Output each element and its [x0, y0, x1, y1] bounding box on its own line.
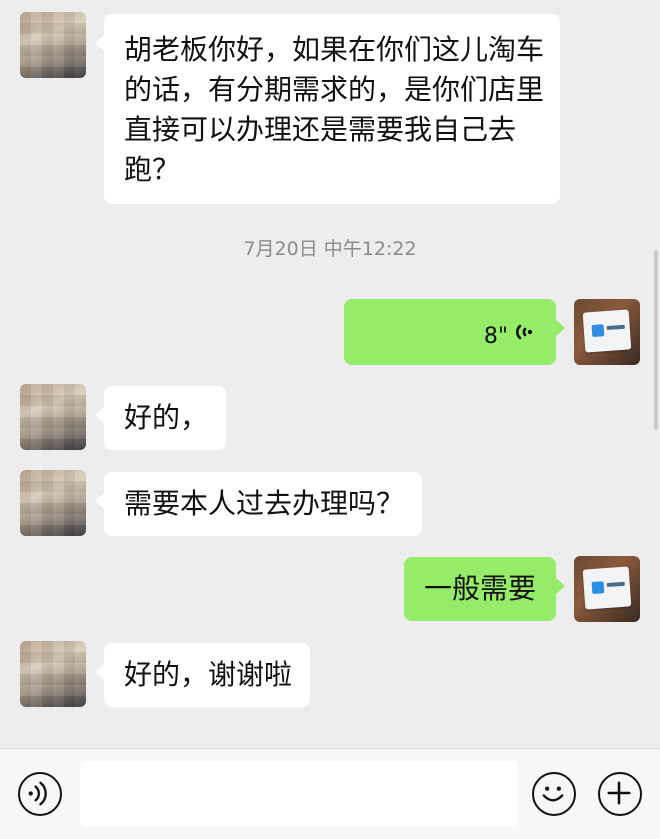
contact-avatar[interactable] — [20, 384, 86, 450]
message-text: 一般需要 — [423, 572, 536, 605]
logo-board — [582, 566, 632, 610]
contact-avatar[interactable] — [20, 641, 86, 707]
message-text: 胡老板你好，如果在你们这儿淘车的话，有分期需求的，是你们店里直接可以办理还是需要… — [124, 33, 545, 186]
outgoing-voice-message[interactable]: 8" — [344, 299, 565, 365]
incoming-message-bubble[interactable]: 需要本人过去办理吗？ — [94, 472, 423, 536]
voice-wave-icon — [516, 324, 533, 340]
scrollbar[interactable] — [654, 250, 658, 430]
message-timestamp: 7月20日 中午12:22 — [243, 238, 417, 260]
chat-area[interactable]: 胡老板你好，如果在你们这儿淘车的话，有分期需求的，是你们店里直接可以办理还是需要… — [0, 0, 660, 748]
emoji-icon — [542, 786, 564, 802]
voice-mode-icon — [28, 781, 47, 806]
incoming-message-bubble[interactable]: 胡老板你好，如果在你们这儿淘车的话，有分期需求的，是你们店里直接可以办理还是需要… — [95, 14, 560, 204]
emoji-button[interactable] — [532, 772, 576, 816]
voice-duration: 8" — [483, 324, 508, 349]
outgoing-message-bubble[interactable]: 一般需要 — [403, 557, 566, 621]
message-text: 好的，谢谢啦 — [124, 658, 293, 691]
message-input[interactable] — [80, 761, 518, 827]
message-input-bar — [0, 748, 660, 839]
plus-icon — [607, 781, 631, 805]
message-text: 需要本人过去办理吗？ — [124, 487, 405, 520]
incoming-message-bubble[interactable]: 好的， — [94, 386, 227, 450]
contact-avatar[interactable] — [20, 12, 86, 78]
more-options-button[interactable] — [598, 772, 642, 816]
message-text: 好的， — [124, 401, 209, 434]
logo-board — [582, 309, 632, 353]
incoming-message-bubble[interactable]: 好的，谢谢啦 — [94, 643, 311, 707]
voice-mode-button[interactable] — [18, 772, 62, 816]
contact-avatar[interactable] — [20, 470, 86, 536]
my-avatar[interactable] — [574, 299, 640, 365]
my-avatar[interactable] — [574, 556, 640, 622]
